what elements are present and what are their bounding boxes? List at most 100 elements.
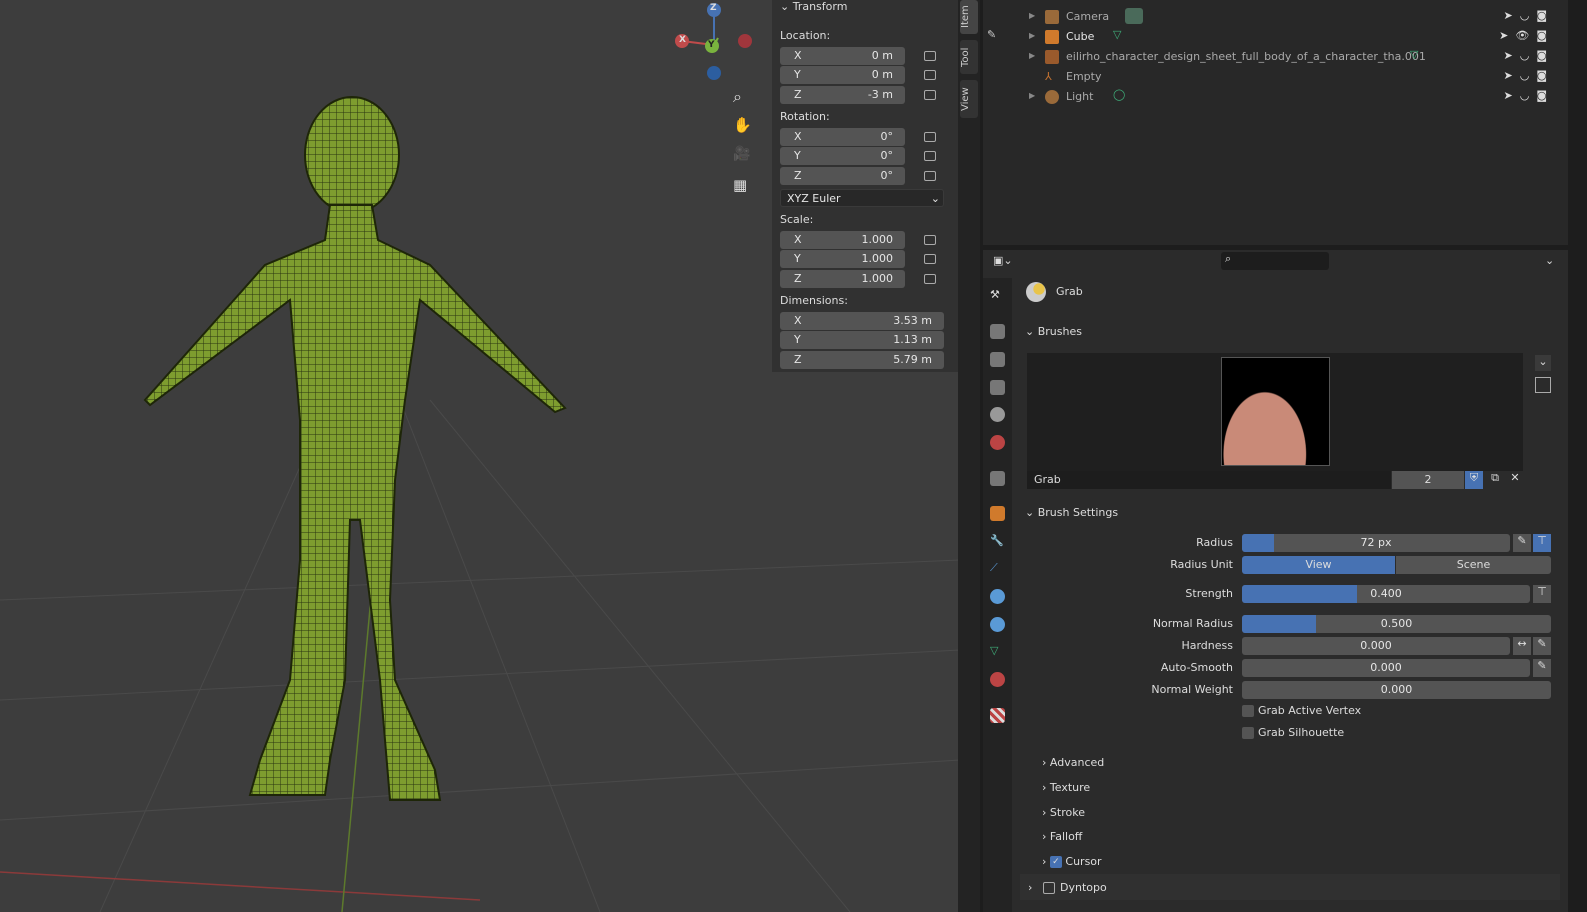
render-tab-icon[interactable] <box>990 324 1005 339</box>
pressure-pen-icon[interactable]: ✎ <box>1533 659 1551 677</box>
lock-icon[interactable] <box>924 254 936 264</box>
location-z-field[interactable]: Z -3 m <box>780 86 905 104</box>
radius-unit-view[interactable]: View <box>1242 556 1395 574</box>
subpanel-texture[interactable]: › Texture <box>1042 781 1090 794</box>
subpanel-falloff[interactable]: › Falloff <box>1042 830 1082 843</box>
unified-size-icon[interactable]: ⊤ <box>1533 534 1551 552</box>
tab-item[interactable]: Item <box>960 0 978 34</box>
scale-x-field[interactable]: X 1.000 <box>780 231 905 249</box>
view-layer-tab-icon[interactable] <box>990 380 1005 395</box>
location-x-field[interactable]: X 0 m <box>780 47 905 65</box>
radius-unit-scene[interactable]: Scene <box>1396 556 1551 574</box>
radius-slider[interactable]: 72 px <box>1242 534 1510 552</box>
axis: Z <box>794 272 802 285</box>
output-tab-icon[interactable] <box>990 352 1005 367</box>
transform-panel: ⌄ Transform Location: X 0 m Y 0 m Z -3 m Ro… <box>772 0 958 372</box>
lock-icon[interactable] <box>924 171 936 181</box>
dyntopo-checkbox[interactable] <box>1043 882 1055 894</box>
modifier-wrench-icon[interactable]: 🔧 <box>990 534 1005 549</box>
rotation-x-field[interactable]: X 0° <box>780 128 905 146</box>
subpanel-advanced[interactable]: › Advanced <box>1042 756 1104 769</box>
chevron-right-icon: › <box>1042 855 1050 868</box>
visibility-icons[interactable]: ➤◡◙ <box>1504 69 1555 82</box>
brushes-panel-header[interactable]: ⌄ Brushes <box>1020 325 1560 347</box>
dimensions-y-field[interactable]: Y 1.13 m <box>780 331 944 349</box>
outliner-item-camera[interactable]: ▶ Camera ➤◡◙ <box>983 7 1568 27</box>
tool-tab-icon[interactable]: ⚒ <box>990 288 1005 303</box>
grab-active-vertex-checkbox[interactable] <box>1242 705 1254 717</box>
scale-z-field[interactable]: Z 1.000 <box>780 270 905 288</box>
camera-view-icon[interactable]: 🎥 <box>733 146 750 162</box>
location-y-field[interactable]: Y 0 m <box>780 66 905 84</box>
hardness-slider[interactable]: 0.000 <box>1242 637 1510 655</box>
cursor-checkbox[interactable]: ✓ <box>1049 856 1062 868</box>
scale-y-field[interactable]: Y 1.000 <box>780 250 905 268</box>
dimensions-z-field[interactable]: Z 5.79 m <box>780 351 944 369</box>
lock-icon[interactable] <box>924 70 936 80</box>
constraints-tab-icon[interactable] <box>990 617 1005 632</box>
zoom-icon[interactable]: ⌕ <box>733 87 742 107</box>
brush-settings-header[interactable]: ⌄ Brush Settings <box>1020 506 1560 528</box>
dimensions-x-field[interactable]: X 3.53 m <box>780 312 944 330</box>
lock-icon[interactable] <box>924 132 936 142</box>
navigation-gizmo[interactable]: Z X Y <box>672 0 762 90</box>
brush-list-chevron-icon[interactable]: ⌄ <box>1535 355 1551 371</box>
properties-search[interactable]: ⌕ <box>1221 252 1329 270</box>
outliner-item-empty[interactable]: ⅄ Empty ➤◡◙ <box>983 67 1568 87</box>
outliner-item-character[interactable]: ▶ eilirho_character_design_sheet_full_bod… <box>983 47 1568 67</box>
material-tab-icon[interactable] <box>990 672 1005 687</box>
scene-tab-icon[interactable] <box>990 407 1005 422</box>
rotation-mode-select[interactable]: XYZ Euler ⌄ <box>780 189 944 207</box>
image-icon[interactable] <box>1535 377 1551 393</box>
subpanel-cursor[interactable]: › ✓ Cursor <box>1042 855 1102 868</box>
brush-users-count[interactable]: 2 <box>1392 471 1464 489</box>
visibility-icons[interactable]: ➤👁◙ <box>1499 29 1554 42</box>
normal-weight-slider[interactable]: 0.000 <box>1242 681 1551 699</box>
transform-header[interactable]: ⌄ Transform <box>780 0 847 13</box>
tool-name: Grab <box>1056 285 1083 298</box>
transform-title: Transform <box>792 0 848 13</box>
rotation-y-field[interactable]: Y 0° <box>780 147 905 165</box>
world-tab-icon[interactable] <box>990 435 1005 450</box>
ortho-grid-icon[interactable]: ▦ <box>733 176 747 194</box>
auto-smooth-slider[interactable]: 0.000 <box>1242 659 1530 677</box>
subpanel-stroke[interactable]: › Stroke <box>1042 806 1085 819</box>
pressure-pen-icon[interactable]: ✎ <box>1513 534 1531 552</box>
physics-tab-icon[interactable] <box>990 589 1005 604</box>
normal-radius-slider[interactable]: 0.500 <box>1242 615 1551 633</box>
camera-data-icon <box>1125 8 1143 24</box>
lock-icon[interactable] <box>924 151 936 161</box>
tab-view[interactable]: View <box>960 80 978 118</box>
texture-tab-icon[interactable] <box>990 708 1005 723</box>
tab-tool[interactable]: Tool <box>960 40 978 74</box>
pan-hand-icon[interactable]: ✋ <box>733 116 752 134</box>
grab-silhouette-checkbox[interactable] <box>1242 727 1254 739</box>
close-icon[interactable]: ✕ <box>1506 471 1524 489</box>
dyntopo-panel-header[interactable]: › Dyntopo <box>1020 874 1560 900</box>
visibility-icons[interactable]: ➤◡◙ <box>1504 9 1555 22</box>
chevron-down-icon[interactable]: ⌄ <box>1545 254 1554 267</box>
unified-strength-icon[interactable]: ⊤ <box>1533 585 1551 603</box>
outliner-item-light[interactable]: ▶ Light ◯ ➤◡◙ <box>983 87 1568 107</box>
editor-type-menu[interactable]: ▣⌄ <box>993 254 1013 267</box>
lock-icon[interactable] <box>924 90 936 100</box>
particles-tab-icon[interactable]: ⟋ <box>990 561 1005 576</box>
mesh-data-tab-icon[interactable]: ▽ <box>990 644 1005 659</box>
rotation-z-field[interactable]: Z 0° <box>780 167 905 185</box>
fake-user-shield-icon[interactable]: ⛨ <box>1465 471 1483 489</box>
collection-tab-icon[interactable] <box>990 471 1005 486</box>
outliner-item-cube[interactable]: ▶ Cube ▽ ➤👁◙ <box>983 27 1568 47</box>
lock-icon[interactable] <box>924 51 936 61</box>
strength-slider[interactable]: 0.400 <box>1242 585 1530 603</box>
brush-name-field[interactable]: Grab <box>1027 471 1391 489</box>
lock-icon[interactable] <box>924 235 936 245</box>
visibility-icons[interactable]: ➤◡◙ <box>1504 49 1555 62</box>
object-tab-icon[interactable] <box>990 506 1005 521</box>
duplicate-icon[interactable]: ⧉ <box>1486 471 1504 489</box>
lock-icon[interactable] <box>924 274 936 284</box>
brush-thumbnail[interactable] <box>1221 357 1330 466</box>
visibility-icons[interactable]: ➤◡◙ <box>1504 89 1555 102</box>
axis: Z <box>794 88 802 101</box>
pressure-pen-icon[interactable]: ✎ <box>1533 637 1551 655</box>
invert-arrows-icon[interactable]: ↔ <box>1513 637 1531 655</box>
